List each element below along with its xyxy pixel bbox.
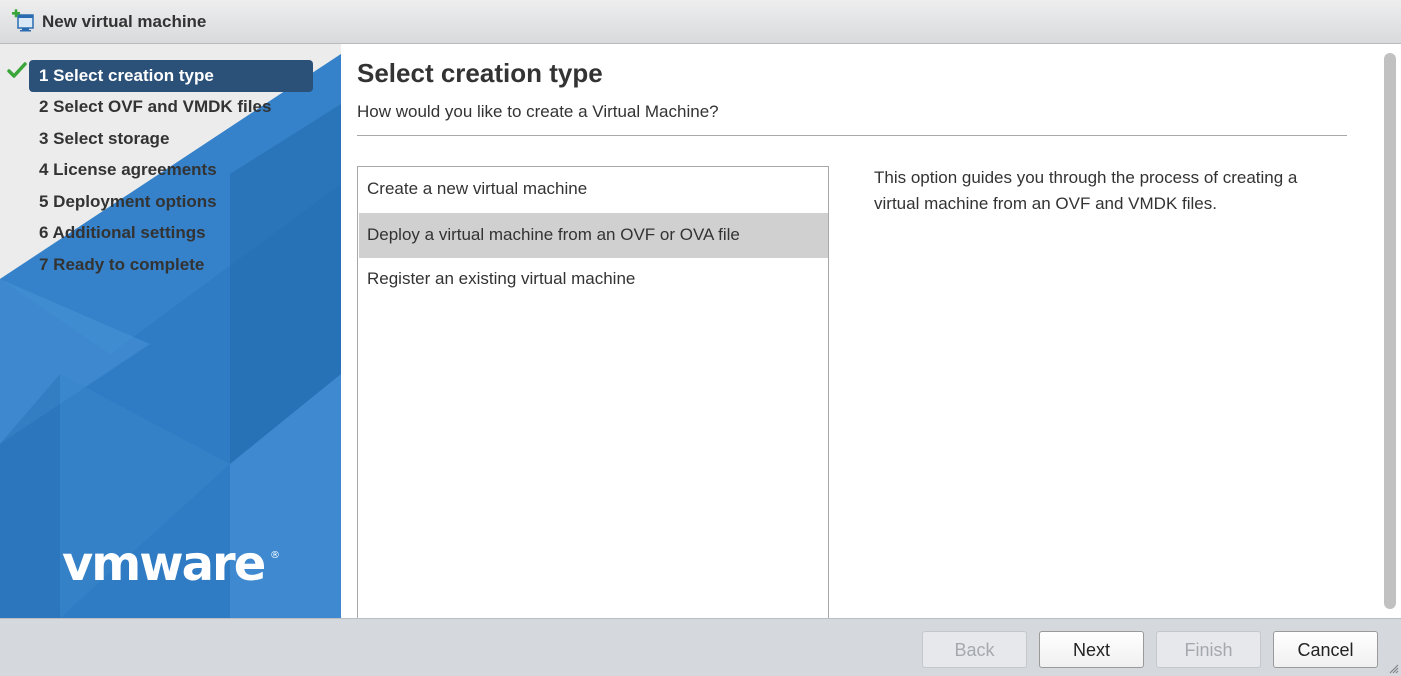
checkmark-icon [7,62,27,78]
step-additional-settings[interactable]: 6 Additional settings [29,217,313,249]
title-divider [357,135,1347,136]
resize-grip-icon[interactable] [1389,664,1399,674]
svg-text:®: ® [270,550,280,561]
new-vm-icon [12,9,34,32]
step-select-creation-type[interactable]: 1 Select creation type [29,60,313,92]
step-deployment-options[interactable]: 5 Deployment options [29,186,313,218]
option-description: This option guides you through the proce… [874,168,1298,213]
cancel-button[interactable]: Cancel [1273,631,1378,668]
finish-button[interactable]: Finish [1156,631,1261,668]
step-select-storage[interactable]: 3 Select storage [29,123,313,155]
option-register-existing-vm[interactable]: Register an existing virtual machine [359,257,828,302]
page-title: Select creation type [357,58,603,88]
back-button[interactable]: Back [922,631,1027,668]
option-create-new-vm[interactable]: Create a new virtual machine [359,167,828,212]
title-bar: New virtual machine [0,0,1401,44]
step-license-agreements[interactable]: 4 License agreements [29,154,313,186]
wizard-sidebar: 1 Select creation type 2 Select OVF and … [0,44,341,618]
page-subtitle: How would you like to create a Virtual M… [357,102,719,121]
next-button[interactable]: Next [1039,631,1144,668]
window-title: New virtual machine [42,12,207,31]
vmware-logo: vmware ® [62,536,280,592]
creation-type-list: Create a new virtual machine Deploy a vi… [357,166,829,626]
step-select-ovf-vmdk-files[interactable]: 2 Select OVF and VMDK files [29,91,313,123]
scrollbar-thumb[interactable] [1384,53,1396,609]
wizard-footer: Back Next Finish Cancel [0,618,1401,676]
step-ready-to-complete[interactable]: 7 Ready to complete [29,249,313,281]
option-deploy-from-ovf-ova[interactable]: Deploy a virtual machine from an OVF or … [359,213,828,258]
vmware-logo-text: vmware [62,536,265,592]
